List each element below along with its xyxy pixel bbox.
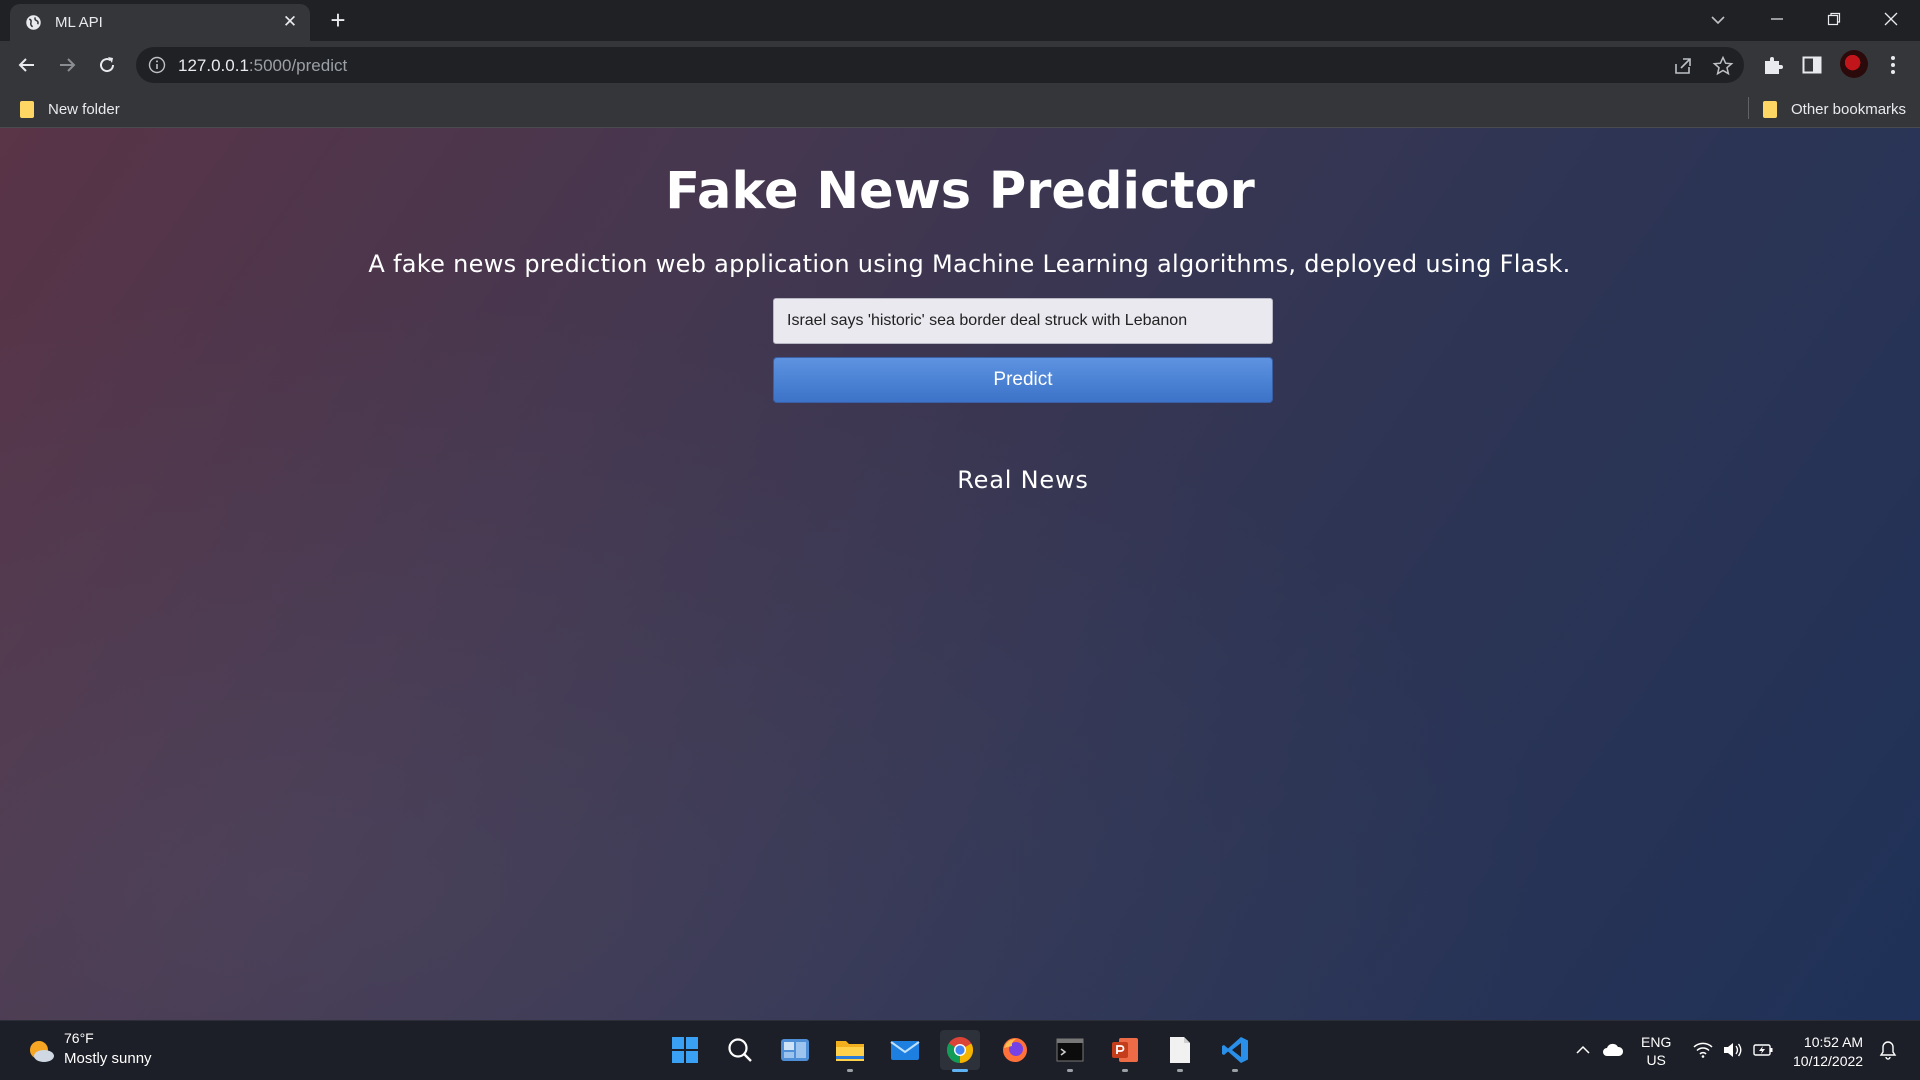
volume-tray[interactable]: [1722, 1039, 1744, 1061]
info-icon[interactable]: [148, 56, 166, 74]
url-host: 127.0.0.1: [178, 56, 249, 75]
kebab-menu-icon[interactable]: [1881, 53, 1905, 77]
taskbar-terminal[interactable]: [1050, 1030, 1090, 1072]
address-bar[interactable]: 127.0.0.1:5000/predict: [136, 47, 1744, 83]
bookmark-new-folder[interactable]: New folder: [20, 98, 120, 120]
file-explorer-icon: [836, 1041, 864, 1061]
taskbar-notepad[interactable]: [1160, 1030, 1200, 1072]
taskbar-widgets[interactable]: [775, 1030, 815, 1070]
tab-title: ML API: [55, 14, 103, 31]
prediction-result: Real News: [957, 466, 1089, 494]
running-indicator: [1122, 1069, 1128, 1072]
language-indicator[interactable]: ENG US: [1641, 1033, 1671, 1069]
wifi-tray[interactable]: [1692, 1039, 1714, 1061]
battery-charging-icon: [1753, 1044, 1773, 1056]
page-subtitle: A fake news prediction web application u…: [368, 250, 1571, 278]
restore-icon: [1827, 12, 1840, 26]
globe-icon: [26, 15, 41, 30]
start-button[interactable]: [665, 1030, 705, 1070]
running-indicator: [847, 1069, 853, 1072]
clock-time: 10:52 AM: [1803, 1034, 1864, 1050]
browser-toolbar: 127.0.0.1:5000/predict: [0, 41, 1920, 89]
running-indicator: [1177, 1069, 1183, 1072]
reload-icon: [100, 57, 115, 73]
reload-button[interactable]: [92, 50, 122, 80]
bookmarks-divider: [1748, 97, 1749, 119]
taskbar-firefox[interactable]: [995, 1030, 1035, 1070]
weather-temperature: 76°F: [64, 1030, 94, 1046]
clock-date: 10/12/2022: [1793, 1053, 1864, 1069]
windows-taskbar: 76°F Mostly sunny ENG US 10:52 AM 10/12/…: [0, 1020, 1920, 1080]
running-indicator: [1067, 1069, 1073, 1072]
notification-bell-icon: [1879, 1041, 1897, 1060]
notepad-icon: [1170, 1037, 1190, 1063]
restore-button[interactable]: [1805, 0, 1862, 38]
share-icon[interactable]: [1672, 55, 1694, 77]
onedrive-tray[interactable]: [1602, 1039, 1624, 1061]
taskbar-chrome[interactable]: [940, 1030, 980, 1072]
mail-icon: [890, 1041, 920, 1060]
cloud-icon: [1603, 1043, 1624, 1056]
forward-arrow-icon: [60, 58, 76, 72]
bookmarks-bar: New folder Other bookmarks: [0, 89, 1920, 128]
bookmark-star-icon[interactable]: [1712, 55, 1734, 77]
region-code: US: [1646, 1052, 1666, 1068]
folder-icon: [20, 100, 34, 118]
extensions-puzzle-icon[interactable]: [1761, 53, 1785, 77]
wifi-icon: [1693, 1042, 1713, 1058]
tab-search-chevron-icon[interactable]: [1703, 8, 1733, 32]
vscode-icon: [1222, 1037, 1248, 1063]
news-headline-input[interactable]: [773, 298, 1273, 344]
url-path: :5000/predict: [248, 56, 348, 75]
tab-strip: ML API ✕ +: [0, 0, 1920, 41]
widgets-icon: [781, 1039, 809, 1061]
speaker-icon: [1724, 1043, 1742, 1057]
minimize-button[interactable]: [1748, 0, 1805, 38]
predict-button[interactable]: Predict: [773, 357, 1273, 403]
page-title: Fake News Predictor: [665, 162, 1255, 221]
new-tab-button[interactable]: +: [325, 7, 351, 34]
notification-center[interactable]: [1877, 1039, 1899, 1061]
other-bookmarks-label: Other bookmarks: [1791, 100, 1907, 118]
browser-tab[interactable]: ML API ✕: [10, 4, 310, 41]
close-tab-icon[interactable]: ✕: [280, 12, 300, 32]
running-indicator: [1232, 1069, 1238, 1072]
close-window-button[interactable]: [1862, 0, 1919, 38]
battery-tray[interactable]: [1752, 1039, 1774, 1061]
powerpoint-icon: [1112, 1038, 1138, 1062]
taskbar-mail[interactable]: [885, 1030, 925, 1070]
side-panel-icon[interactable]: [1800, 53, 1824, 77]
terminal-icon: [1056, 1038, 1084, 1062]
forward-button[interactable]: [52, 50, 82, 80]
language-code: ENG: [1641, 1034, 1672, 1050]
show-hidden-icons[interactable]: [1572, 1039, 1594, 1061]
running-indicator: [952, 1069, 968, 1072]
firefox-icon: [1003, 1038, 1027, 1062]
profile-avatar[interactable]: [1840, 50, 1868, 78]
back-button[interactable]: [12, 50, 42, 80]
minimize-icon: [1770, 18, 1783, 20]
back-arrow-icon: [18, 58, 34, 72]
page-viewport: Fake News Predictor A fake news predicti…: [0, 128, 1920, 1020]
taskbar-powerpoint[interactable]: [1105, 1030, 1145, 1072]
weather-description: Mostly sunny: [64, 1050, 152, 1067]
chevron-up-icon: [1576, 1045, 1590, 1054]
folder-icon: [1763, 100, 1777, 118]
close-icon: [1884, 12, 1897, 26]
windows-start-icon: [672, 1037, 698, 1063]
taskbar-file-explorer[interactable]: [830, 1030, 870, 1072]
url-text[interactable]: 127.0.0.1:5000/predict: [178, 56, 347, 76]
taskbar-vscode[interactable]: [1215, 1030, 1255, 1072]
search-icon: [728, 1038, 752, 1062]
chrome-icon: [946, 1037, 974, 1064]
other-bookmarks[interactable]: Other bookmarks: [1763, 98, 1906, 120]
system-clock[interactable]: 10:52 AM 10/12/2022: [1793, 1033, 1863, 1071]
bookmark-label: New folder: [48, 100, 120, 118]
taskbar-search[interactable]: [720, 1030, 760, 1070]
sun-cloud-icon: [30, 1041, 54, 1062]
